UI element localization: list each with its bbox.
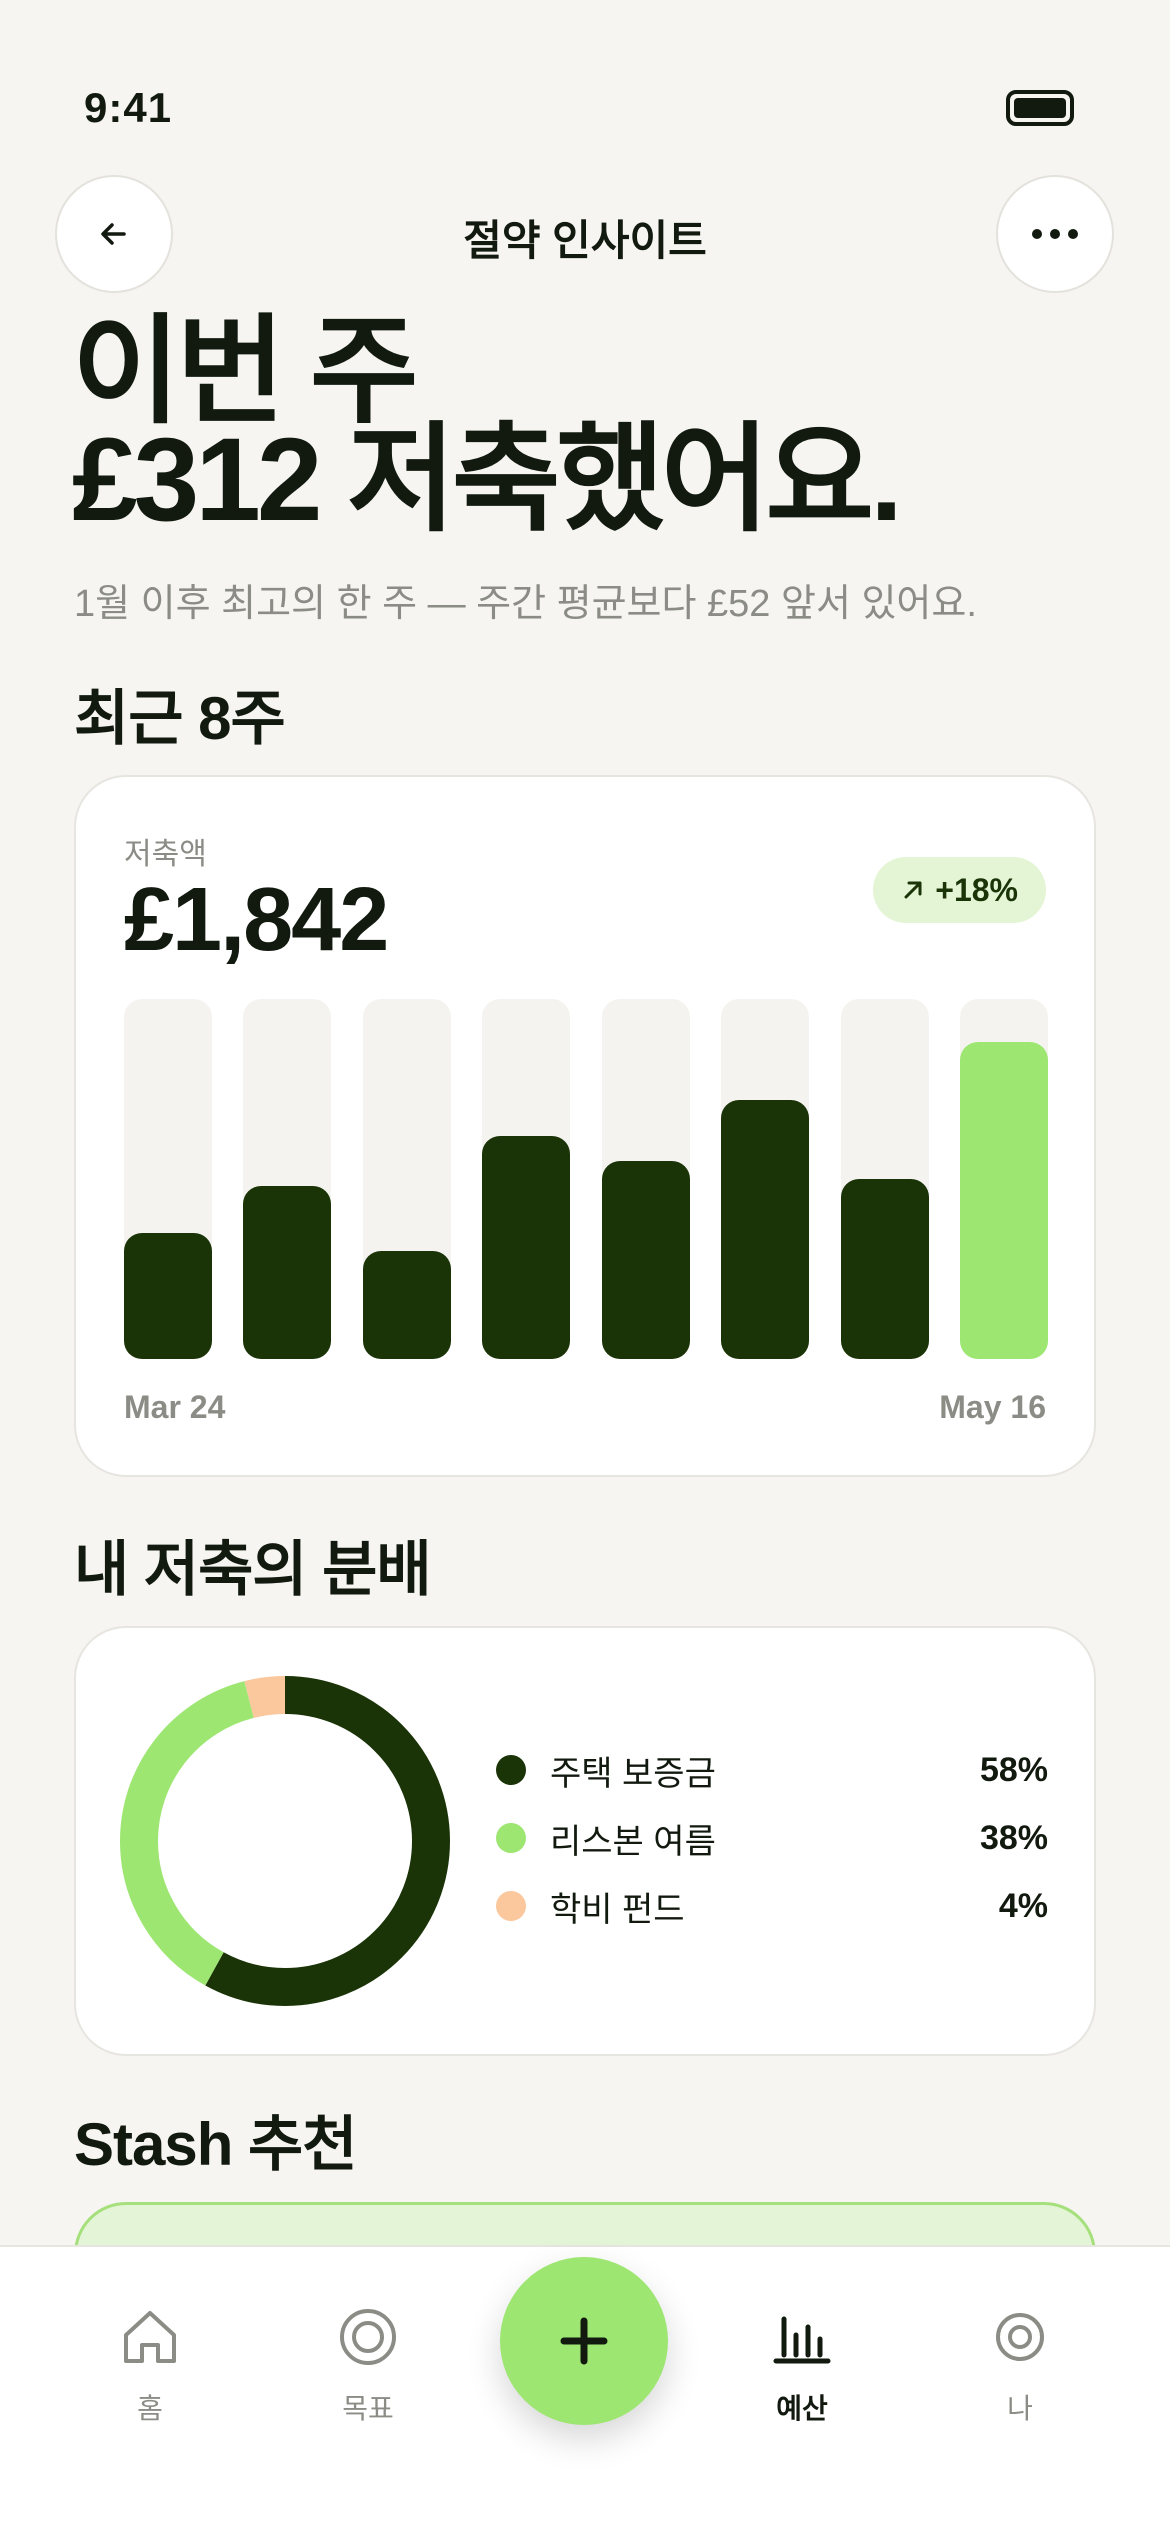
tab-goals-label: 목표	[342, 2393, 394, 2424]
x-axis-end-label: May 16	[939, 1389, 1046, 1425]
bar-track	[482, 999, 571, 1359]
legend-label: 주택 보증금	[550, 1754, 716, 1793]
savings-insights-screen: 9:41 절약 인사이트 이번 주 £312 저축했어요. 1월 이후 최고의 …	[0, 0, 1170, 2532]
profile-icon	[996, 2313, 1044, 2361]
bar-track	[960, 999, 1048, 1359]
target-icon	[340, 2309, 396, 2365]
arrow-left-icon	[101, 223, 126, 245]
tab-budget-label: 예산	[776, 2393, 828, 2424]
tab-home[interactable]: 홈	[70, 2301, 230, 2427]
weekly-savings-card: 저축액 £1,842 +18% Mar 24 May 16	[74, 775, 1096, 1477]
bar-week[interactable]	[840, 1179, 929, 1359]
home-icon	[124, 2311, 176, 2363]
trend-badge: +18%	[873, 857, 1046, 923]
bar-track	[601, 999, 690, 1359]
legend-color-dot	[496, 1755, 526, 1785]
bar-track	[124, 999, 212, 1359]
headline-line-2: £312 저축했어요.	[72, 414, 903, 546]
distribution-donut-chart	[120, 1676, 450, 2006]
metric-value: £1,842	[124, 870, 389, 970]
legend-percent: 58%	[979, 1750, 1048, 1789]
x-axis-start-label: Mar 24	[124, 1389, 226, 1425]
legend-label: 리스본 여름	[550, 1822, 716, 1861]
tab-profile-label: 나	[1007, 2393, 1033, 2424]
bar-current-week[interactable]	[960, 1042, 1048, 1359]
headline-line-1: 이번 주	[72, 306, 418, 438]
tab-home-label: 홈	[137, 2393, 163, 2424]
legend-percent: 38%	[979, 1818, 1048, 1857]
bar-track	[243, 999, 332, 1359]
bar-week[interactable]	[243, 1186, 332, 1359]
legend-label: 학비 펀드	[550, 1890, 685, 1929]
plus-icon	[560, 2317, 608, 2365]
page-title: 절약 인사이트	[463, 217, 707, 264]
battery-icon	[1006, 90, 1074, 126]
tab-profile[interactable]: 나	[940, 2301, 1100, 2427]
legend-percent: 4%	[998, 1886, 1048, 1925]
bar-track	[362, 999, 451, 1359]
arrow-up-right-icon	[904, 881, 922, 899]
legend-item[interactable]: 주택 보증금 58%	[496, 1736, 1048, 1804]
bar-chart-icon	[773, 2316, 831, 2364]
headline-subtitle: 1월 이후 최고의 한 주 — 주간 평균보다 £52 앞서 있어요.	[74, 583, 977, 625]
recent-weeks-title: 최근 8주	[74, 685, 286, 752]
bar-track	[721, 999, 810, 1359]
legend-color-dot	[496, 1823, 526, 1853]
bar-track	[840, 999, 929, 1359]
legend-color-dot	[496, 1891, 526, 1921]
more-icon	[1032, 229, 1078, 239]
legend-item[interactable]: 리스본 여름 38%	[496, 1804, 1048, 1872]
bar-week[interactable]	[601, 1161, 690, 1359]
legend-item[interactable]: 학비 펀드 4%	[496, 1872, 1048, 1940]
bar-week[interactable]	[124, 1233, 212, 1359]
recommendation-title: Stash 추천	[74, 2111, 357, 2178]
trend-value: +18%	[935, 871, 1018, 908]
bar-week[interactable]	[721, 1099, 810, 1359]
distribution-title: 내 저축의 분배	[74, 1536, 432, 1603]
back-button[interactable]	[55, 175, 173, 293]
tab-goals[interactable]: 목표	[288, 2301, 448, 2427]
distribution-legend: 주택 보증금 58% 리스본 여름 38% 학비 펀드 4%	[496, 1736, 1048, 1940]
status-time: 9:41	[84, 84, 173, 131]
add-button[interactable]	[500, 2257, 668, 2425]
metric-label: 저축액	[124, 838, 207, 871]
savings-headline: 이번 주 £312 저축했어요.	[72, 306, 903, 546]
distribution-card: 주택 보증금 58% 리스본 여름 38% 학비 펀드 4%	[74, 1626, 1096, 2056]
tab-budget[interactable]: 예산	[722, 2301, 882, 2427]
bar-week[interactable]	[482, 1135, 571, 1359]
bar-week[interactable]	[362, 1251, 451, 1359]
more-options-button[interactable]	[996, 175, 1114, 293]
weekly-bar-chart	[124, 999, 1048, 1359]
